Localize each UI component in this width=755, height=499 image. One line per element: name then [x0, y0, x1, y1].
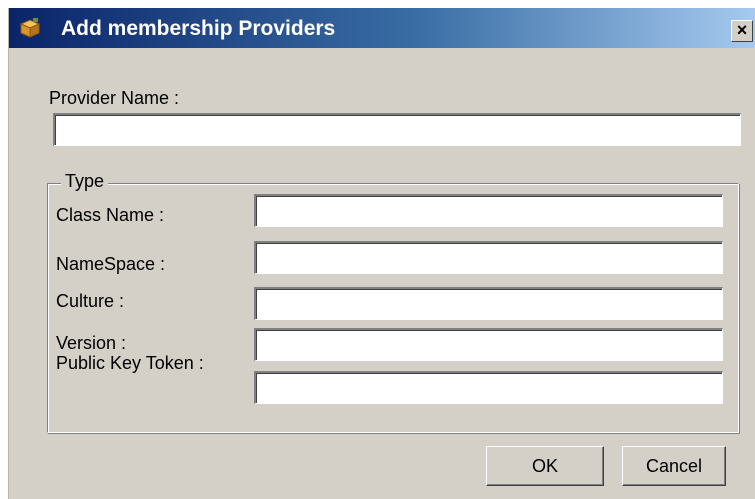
- window-title: Add membership Providers: [61, 17, 336, 40]
- culture-input[interactable]: [254, 287, 723, 320]
- provider-name-label: Provider Name :: [49, 88, 180, 108]
- public-key-token-input[interactable]: [254, 371, 723, 404]
- version-label: Version :: [56, 333, 127, 353]
- cancel-button[interactable]: Cancel: [622, 446, 726, 486]
- namespace-label: NameSpace :: [56, 254, 166, 274]
- provider-name-input[interactable]: [53, 113, 741, 146]
- class-name-input[interactable]: [254, 194, 723, 227]
- class-name-label: Class Name :: [56, 205, 165, 225]
- title-bar[interactable]: Add membership Providers ×: [9, 8, 755, 48]
- public-key-token-label: Public Key Token :: [56, 353, 204, 373]
- type-group-legend: Type: [61, 171, 109, 192]
- close-icon: ×: [736, 20, 748, 40]
- culture-label: Culture :: [56, 291, 125, 311]
- version-input[interactable]: [254, 328, 723, 361]
- ok-button[interactable]: OK: [486, 446, 604, 486]
- close-button[interactable]: ×: [731, 20, 753, 42]
- namespace-input[interactable]: [254, 241, 723, 274]
- provider-cube-icon: [19, 18, 41, 38]
- add-membership-providers-dialog: Add membership Providers × Provider Name…: [8, 8, 755, 499]
